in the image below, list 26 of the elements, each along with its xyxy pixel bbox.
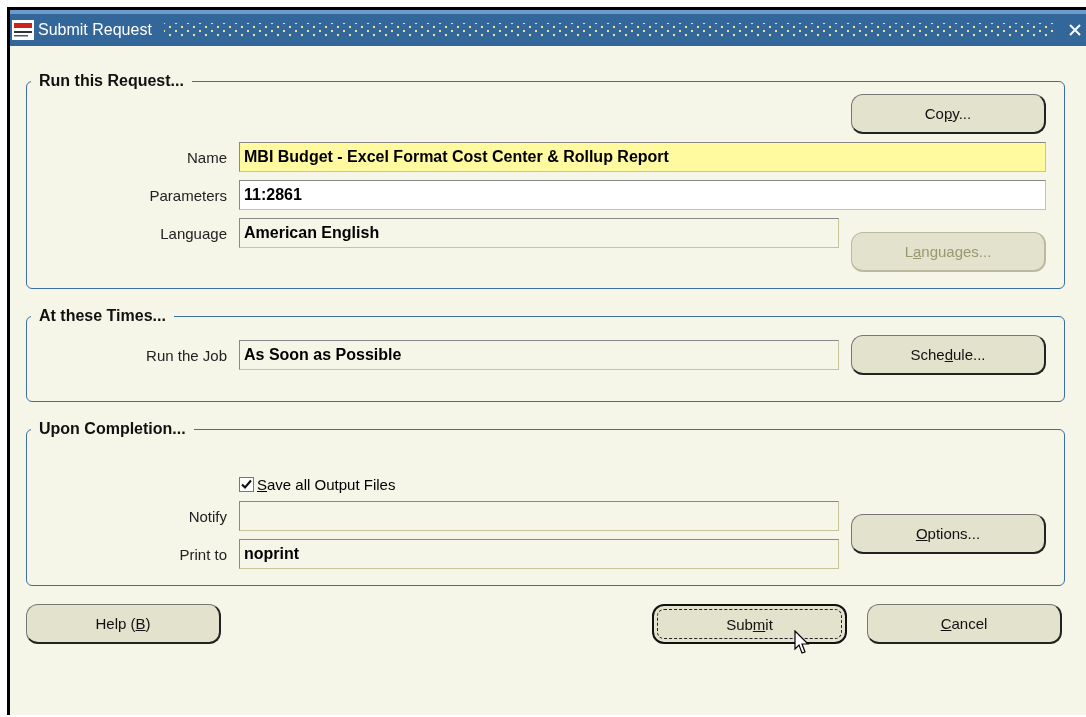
group-title: At these Times...	[38, 307, 167, 325]
app-logo-icon	[12, 20, 34, 40]
field-label: Parameters	[148, 186, 227, 204]
field-label: Name	[186, 148, 227, 166]
field-label: Notify	[187, 507, 227, 525]
checkmark-icon	[241, 479, 252, 490]
group-title: Upon Completion...	[38, 420, 187, 438]
field-label: Language	[159, 224, 227, 242]
dialog-button[interactable]: Help (B)	[26, 604, 221, 644]
window-title: Submit Request	[38, 21, 152, 39]
save-output-checkbox[interactable]: Save all Output Files	[239, 476, 839, 493]
schedule-button[interactable]: Schedule...	[851, 335, 1046, 375]
copy-button[interactable]: Copy...	[851, 94, 1046, 134]
text-field[interactable]: noprint	[239, 539, 839, 569]
field-label: Print to	[178, 545, 227, 563]
text-field[interactable]: MBI Budget - Excel Format Cost Center & Rollup Report	[239, 142, 1046, 172]
close-icon[interactable]	[1068, 23, 1082, 37]
cursor-icon	[794, 630, 810, 656]
dialog-button[interactable]: Cancel	[867, 604, 1062, 644]
group-title: Run this Request...	[38, 72, 185, 90]
options-button[interactable]: Options...	[851, 514, 1046, 554]
text-field[interactable]: As Soon as Possible	[239, 340, 839, 370]
text-field[interactable]	[239, 501, 839, 531]
text-field[interactable]: American English	[239, 218, 839, 248]
field-label: Run the Job	[145, 346, 227, 364]
text-field[interactable]: 11:2861	[239, 180, 1046, 210]
